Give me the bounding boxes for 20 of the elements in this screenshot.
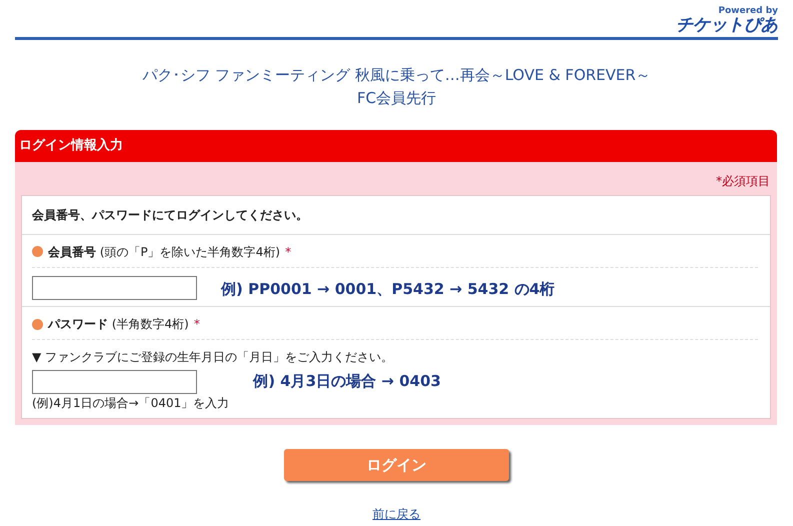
example-text: 例) 4月3日の場合 → 0403: [253, 371, 441, 392]
field-label: 会員番号 (頭の「P」を除いた半角数字4桁): [48, 244, 280, 260]
input-field[interactable]: [32, 370, 197, 394]
required-mark: *: [194, 316, 200, 333]
example-text: 例) PP0001 → 0001、P5432 → 5432 の4桁: [221, 278, 555, 300]
bullet-icon: [32, 318, 43, 330]
required-note: *必須項目: [715, 172, 771, 190]
page-title: パク･シフ ファンミーティング 秋風に乗って…再会～LOVE & FOREVER～: [141, 65, 652, 86]
input-field[interactable]: [32, 276, 197, 300]
hint-text: ▼ ファンクラブにご登録の生年月日の「月日」をご入力ください。: [32, 349, 394, 366]
powered-by-text: Powered by: [718, 7, 778, 16]
note-text: (例)4月1日の場合→「0401」を入力: [32, 395, 230, 412]
instruction-text: 会員番号、パスワードにてログインしてください。: [22, 196, 770, 234]
field-label: パスワード (半角数字4桁): [48, 316, 189, 333]
page-title: FC会員先行: [356, 88, 438, 109]
bullet-icon: [32, 246, 43, 257]
required-mark: *: [285, 244, 292, 260]
back-link[interactable]: 前に戻る: [372, 505, 420, 523]
logo[interactable]: チケットぴあ: [676, 16, 778, 35]
panel-heading: ログイン情報入力: [15, 130, 777, 162]
